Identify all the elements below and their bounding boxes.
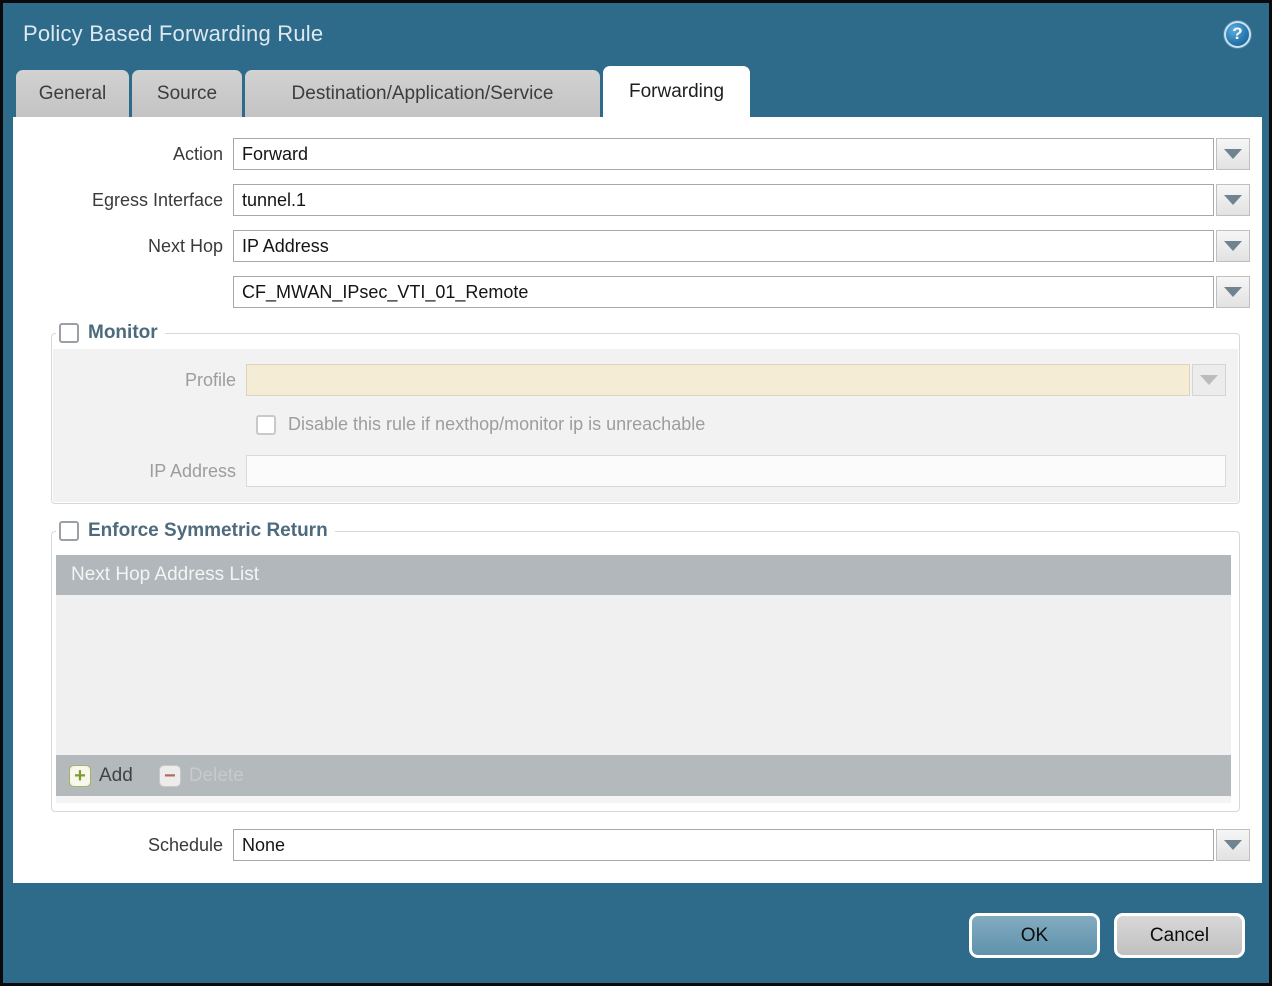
monitor-panel: Profile Disable this rule if nexthop/mon…: [53, 349, 1238, 502]
action-dropdown-button[interactable]: [1216, 138, 1250, 170]
disable-rule-row: Disable this rule if nexthop/monitor ip …: [53, 414, 1226, 435]
tab-source[interactable]: Source: [132, 70, 242, 117]
schedule-label: Schedule: [40, 835, 223, 856]
action-label: Action: [40, 144, 223, 165]
enforce-symmetric-return-checkbox[interactable]: [59, 521, 79, 541]
monitor-checkbox[interactable]: [59, 323, 79, 343]
egress-interface-label: Egress Interface: [40, 190, 223, 211]
profile-dropdown-button: [1192, 364, 1226, 396]
enforce-symmetric-return-legend: Enforce Symmetric Return: [88, 520, 328, 542]
chevron-down-icon: [1200, 375, 1218, 385]
monitor-ip-address-row: IP Address: [53, 455, 1226, 487]
profile-select: [246, 364, 1190, 396]
chevron-down-icon: [1224, 195, 1242, 205]
dialog-title: Policy Based Forwarding Rule: [23, 21, 323, 47]
delete-button: − Delete: [159, 765, 244, 787]
next-hop-type-select[interactable]: IP Address: [233, 230, 1214, 262]
add-icon: +: [69, 765, 91, 787]
table-footer-toolbar: + Add − Delete: [56, 755, 1231, 796]
profile-label: Profile: [53, 370, 236, 391]
monitor-section: Monitor Profile Disable this rule if nex…: [51, 322, 1240, 504]
dialog-titlebar: Policy Based Forwarding Rule ?: [3, 3, 1269, 65]
cancel-button[interactable]: Cancel: [1114, 913, 1245, 958]
ok-button[interactable]: OK: [969, 913, 1100, 958]
chevron-down-icon: [1224, 840, 1242, 850]
schedule-row: Schedule None: [40, 829, 1250, 861]
add-button[interactable]: + Add: [69, 765, 133, 787]
delete-icon: −: [159, 765, 181, 787]
egress-interface-row: Egress Interface tunnel.1: [40, 184, 1250, 216]
monitor-ip-address-input: [246, 455, 1226, 487]
tab-forwarding[interactable]: Forwarding: [603, 66, 750, 117]
dialog-button-bar: OK Cancel: [3, 913, 1269, 958]
schedule-select[interactable]: None: [233, 829, 1214, 861]
add-button-label: Add: [99, 765, 133, 787]
next-hop-row: Next Hop IP Address: [40, 230, 1250, 262]
next-hop-address-dropdown-button[interactable]: [1216, 276, 1250, 308]
next-hop-dropdown-button[interactable]: [1216, 230, 1250, 262]
monitor-ip-address-label: IP Address: [53, 461, 236, 482]
disable-rule-label: Disable this rule if nexthop/monitor ip …: [288, 414, 705, 435]
next-hop-address-table: Next Hop Address List + Add − Delete: [56, 555, 1231, 803]
next-hop-address-select[interactable]: CF_MWAN_IPsec_VTI_01_Remote: [233, 276, 1214, 308]
chevron-down-icon: [1224, 149, 1242, 159]
next-hop-address-list-body[interactable]: [56, 595, 1231, 755]
tab-destination-application-service[interactable]: Destination/Application/Service: [245, 70, 600, 117]
enforce-symmetric-return-section: Enforce Symmetric Return Next Hop Addres…: [51, 520, 1240, 812]
next-hop-address-list-header: Next Hop Address List: [56, 555, 1231, 595]
chevron-down-icon: [1224, 241, 1242, 251]
chevron-down-icon: [1224, 287, 1242, 297]
tab-general[interactable]: General: [16, 70, 129, 117]
egress-interface-dropdown-button[interactable]: [1216, 184, 1250, 216]
schedule-dropdown-button[interactable]: [1216, 829, 1250, 861]
disable-rule-checkbox: [256, 415, 276, 435]
delete-button-label: Delete: [189, 765, 244, 787]
profile-row: Profile: [53, 364, 1226, 396]
next-hop-label: Next Hop: [40, 236, 223, 257]
action-row: Action Forward: [40, 138, 1250, 170]
action-select[interactable]: Forward: [233, 138, 1214, 170]
tab-bar: General Source Destination/Application/S…: [3, 65, 1269, 117]
help-icon[interactable]: ?: [1224, 21, 1251, 48]
egress-interface-select[interactable]: tunnel.1: [233, 184, 1214, 216]
next-hop-address-row: CF_MWAN_IPsec_VTI_01_Remote: [40, 276, 1250, 308]
forwarding-tab-panel: Action Forward Egress Interface tunnel.1…: [13, 117, 1262, 883]
monitor-legend: Monitor: [88, 322, 158, 344]
